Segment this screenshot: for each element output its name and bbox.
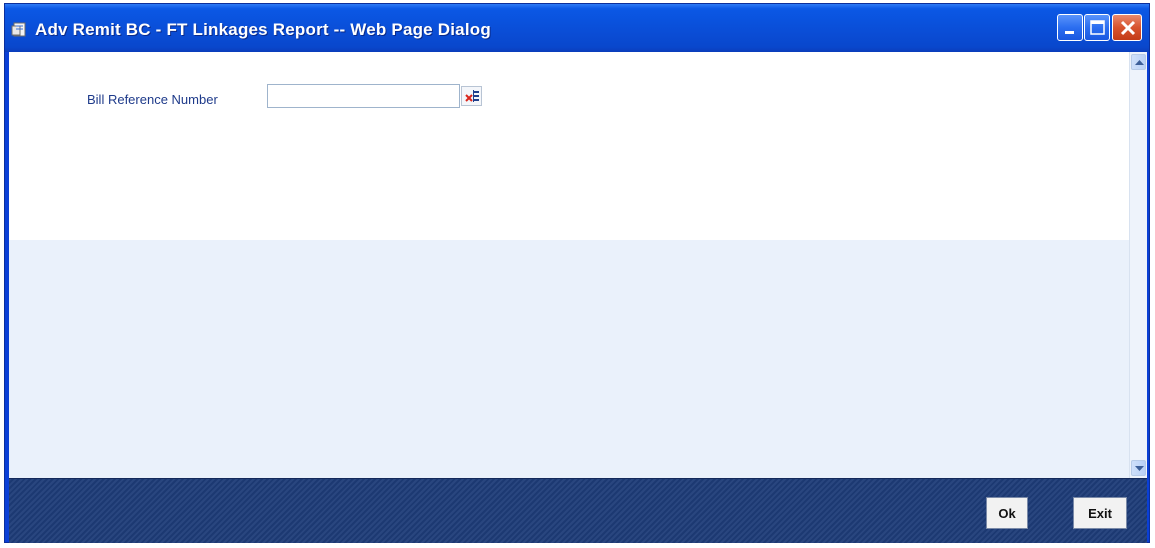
ok-button[interactable]: Ok xyxy=(986,497,1028,529)
form-panel: Bill Reference Number xyxy=(9,52,1129,240)
results-panel xyxy=(9,240,1129,478)
minimize-icon xyxy=(1065,31,1074,34)
dialog-content: Bill Reference Number xyxy=(9,52,1129,478)
bill-reference-label: Bill Reference Number xyxy=(87,92,218,107)
close-icon xyxy=(1120,20,1136,36)
arrow-down-icon xyxy=(1135,466,1144,471)
minimize-button[interactable] xyxy=(1057,14,1083,41)
document-icon xyxy=(11,22,28,37)
vertical-scrollbar[interactable] xyxy=(1129,52,1147,478)
exit-button[interactable]: Exit xyxy=(1073,497,1127,529)
title-bar[interactable]: Adv Remit BC - FT Linkages Report -- Web… xyxy=(5,4,1149,52)
scroll-up-button[interactable] xyxy=(1131,54,1146,70)
scroll-down-button[interactable] xyxy=(1131,460,1146,476)
dialog-window: Adv Remit BC - FT Linkages Report -- Web… xyxy=(4,3,1150,543)
list-of-values-icon xyxy=(465,90,479,102)
close-button[interactable] xyxy=(1112,14,1142,41)
arrow-up-icon xyxy=(1135,60,1144,65)
list-of-values-button[interactable] xyxy=(461,86,482,106)
maximize-icon xyxy=(1090,20,1105,35)
bill-reference-input[interactable] xyxy=(267,84,460,108)
window-title: Adv Remit BC - FT Linkages Report -- Web… xyxy=(35,20,491,39)
maximize-button[interactable] xyxy=(1084,14,1110,41)
footer-bar: Ok Exit xyxy=(9,478,1147,543)
